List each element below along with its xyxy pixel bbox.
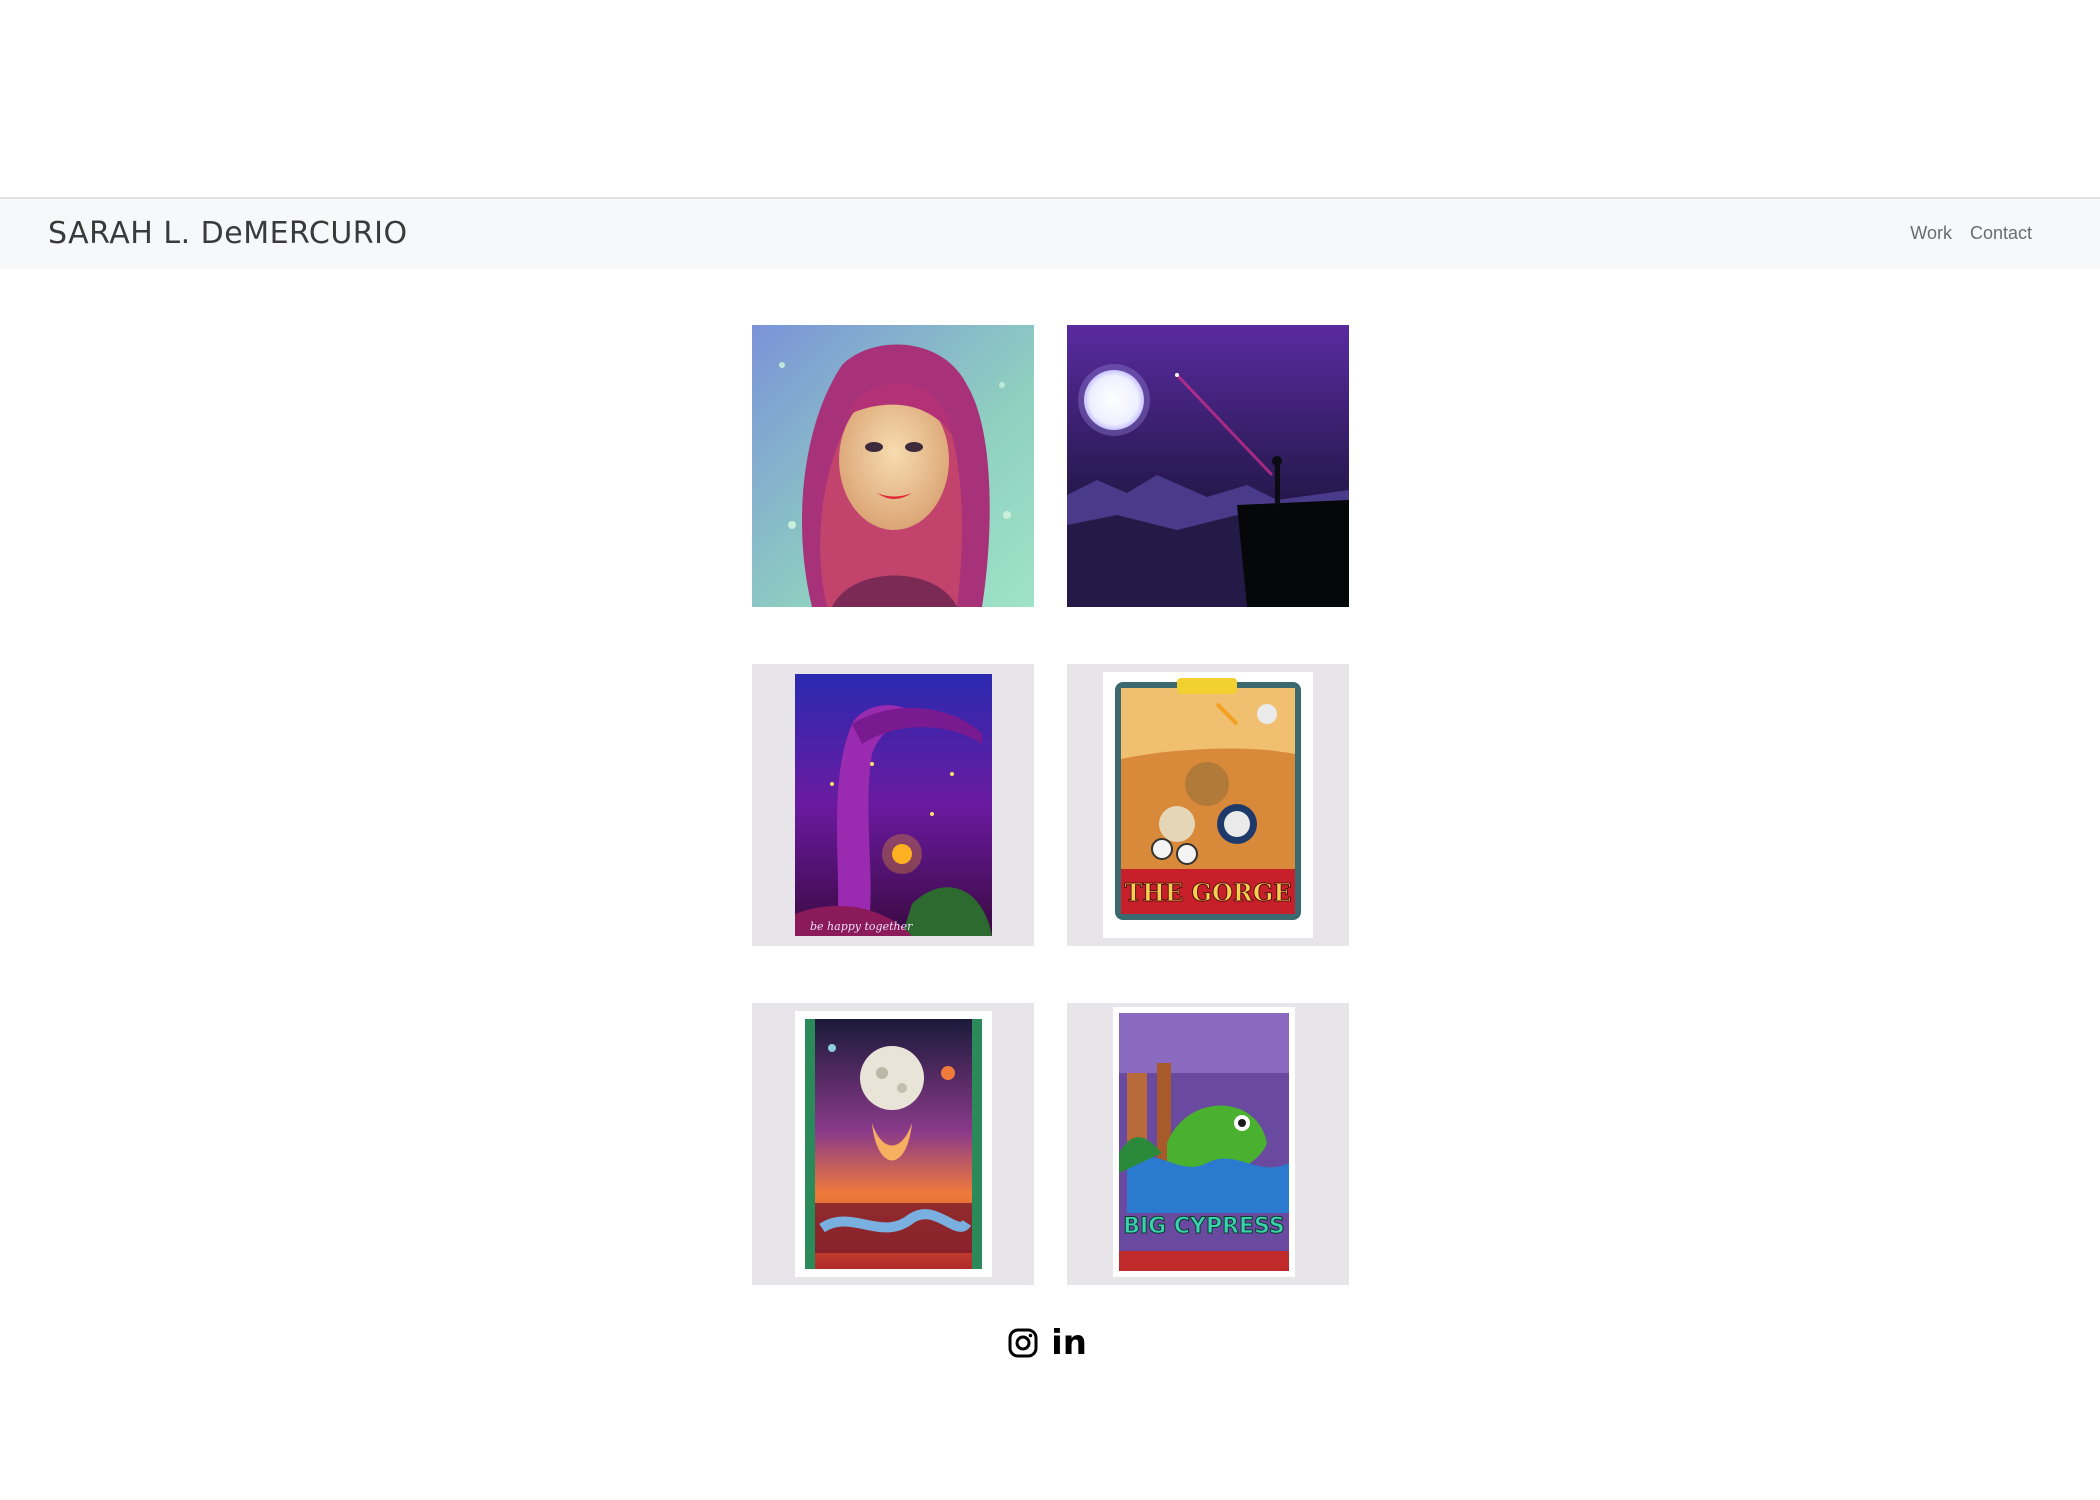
nav-links: Work Contact <box>1910 223 2032 244</box>
nav-link-contact[interactable]: Contact <box>1970 223 2032 244</box>
portrait-illustration-image <box>752 325 1034 607</box>
gallery-tile-forest-poster[interactable]: be happy together <box>752 664 1034 946</box>
gallery-tile-big-cypress-poster[interactable]: BIG CYPRESS <box>1067 1003 1349 1285</box>
instagram-icon[interactable] <box>1006 1326 1040 1360</box>
gallery-tile-moon-poster[interactable] <box>752 1003 1034 1285</box>
the-gorge-poster-image: THE GORGE <box>1103 672 1313 938</box>
top-navbar: SARAH L. DeMERCURIO Work Contact <box>0 197 2100 269</box>
moonlit-cliff-illustration-image <box>1067 325 1349 607</box>
gorge-poster-title: THE GORGE <box>1124 878 1291 907</box>
big-cypress-poster-title: BIG CYPRESS <box>1123 1214 1285 1239</box>
full-moon-poster-image <box>795 1011 992 1277</box>
gallery-tile-portrait[interactable] <box>752 325 1034 607</box>
site-title[interactable]: SARAH L. DeMERCURIO <box>48 216 408 251</box>
gallery-tile-night-sky[interactable] <box>1067 325 1349 607</box>
social-links: in <box>1006 1323 1087 1363</box>
linkedin-icon[interactable]: in <box>1051 1323 1087 1363</box>
forest-poster-caption: be happy together <box>810 920 913 933</box>
linkedin-label: in <box>1051 1323 1087 1363</box>
enchanted-forest-poster-image: be happy together <box>795 674 992 936</box>
big-cypress-poster-image: BIG CYPRESS <box>1113 1007 1295 1277</box>
nav-link-work[interactable]: Work <box>1910 223 1952 244</box>
gallery-tile-gorge-poster[interactable]: THE GORGE <box>1067 664 1349 946</box>
